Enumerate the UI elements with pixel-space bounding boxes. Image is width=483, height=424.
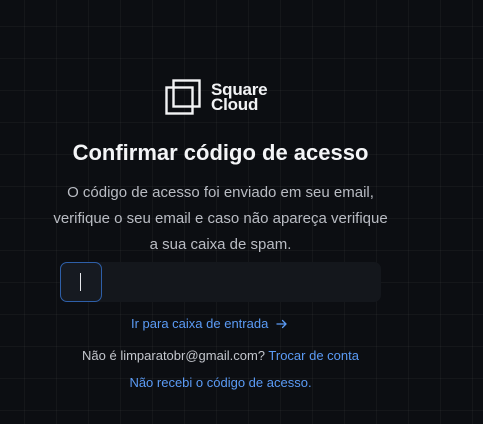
brand-name: Square Cloud [211, 81, 268, 114]
resend-code-link[interactable]: Não recebi o código de acesso. [129, 375, 311, 390]
brand-logo: Square Cloud [165, 79, 268, 115]
go-to-inbox-label: Ir para caixa de entrada [131, 316, 269, 331]
brand-name-line2: Cloud [211, 95, 259, 114]
code-digit-field[interactable] [60, 262, 102, 302]
instructions-line-2: verifique o seu email e caso não apareça… [53, 210, 388, 227]
arrow-right-icon [276, 319, 287, 328]
resend-code-line: Não recebi o código de acesso. [0, 374, 441, 392]
instructions-line-1: O código de acesso foi enviado em seu em… [67, 184, 374, 201]
go-to-inbox-link[interactable]: Ir para caixa de entrada [131, 316, 288, 331]
login-verification-page: Square Cloud Confirmar código de acesso … [0, 0, 483, 424]
change-account-link[interactable]: Trocar de conta [268, 348, 359, 363]
square-cloud-logo-icon [165, 79, 201, 115]
page-title: Confirmar código de acesso [72, 140, 369, 165]
text-caret [80, 273, 81, 291]
account-prompt-line: Não é limparatobr@gmail.com? Trocar de c… [0, 348, 441, 363]
instructions-line-3: a sua caixa de spam. [149, 236, 292, 253]
instructions-text: O código de acesso foi enviado em seu em… [20, 180, 421, 258]
access-code-input[interactable] [60, 262, 381, 302]
account-prompt-text: Não é limparatobr@gmail.com? [82, 348, 266, 363]
